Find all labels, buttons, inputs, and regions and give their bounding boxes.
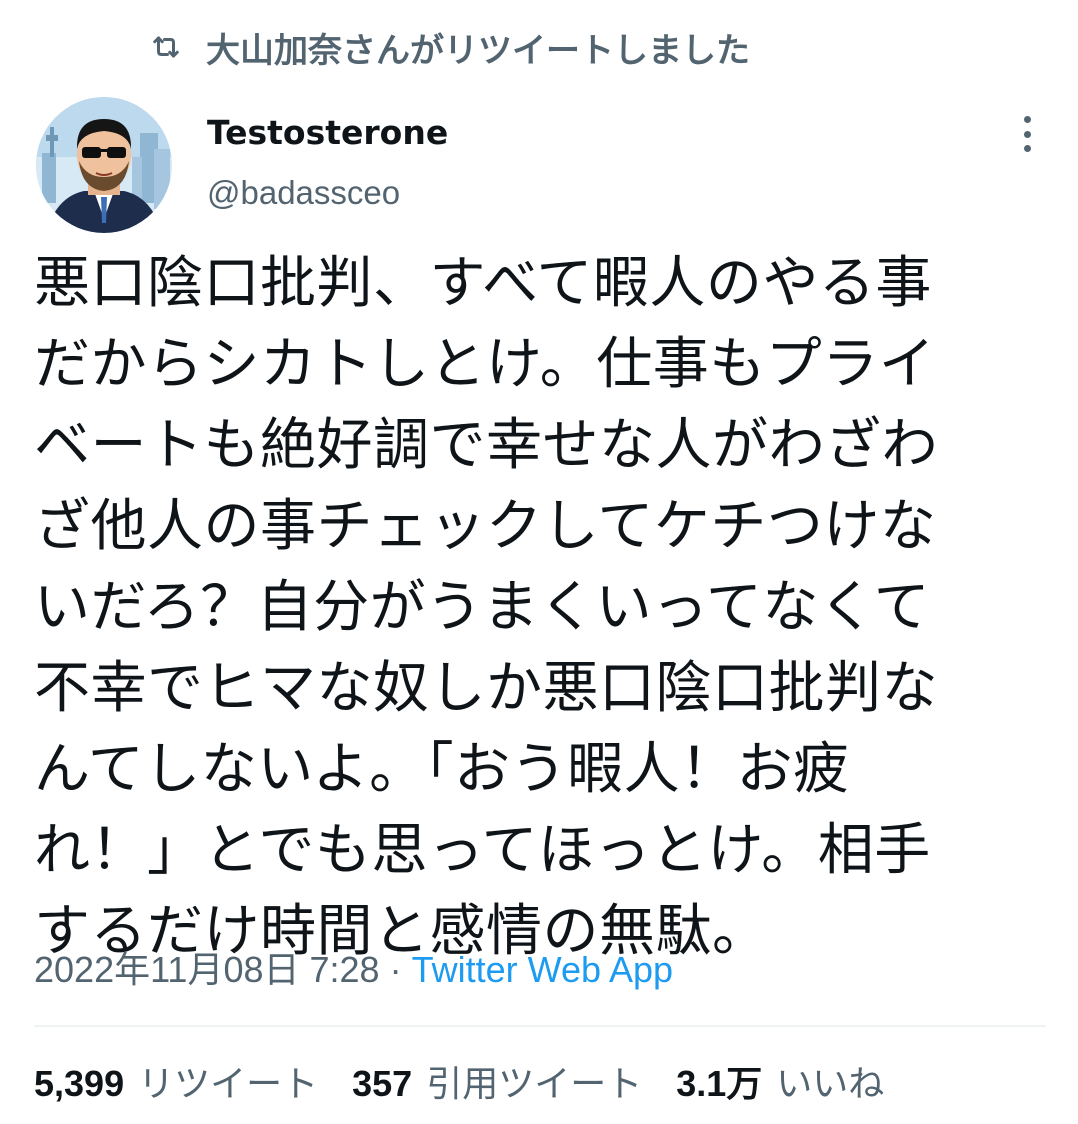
likes-stat[interactable]: 3.1万 いいね: [676, 1054, 884, 1115]
tweet-text-line: 悪口陰口批判、すべて暇人のやる事: [34, 251, 932, 316]
timestamp-link[interactable]: 2022年11月08日 7:28: [34, 949, 380, 990]
tweet-text-line: んてしないよ。「おう暇人！お疲: [34, 737, 850, 802]
meta-separator: ·: [389, 949, 402, 990]
social-context-text: 大山加奈さんがリツイートしました: [206, 30, 750, 71]
tweet-text-line: だからシカトしとけ。仕事もプライ: [34, 332, 936, 397]
engagement-stats: 5,399 リツイート 357 引用ツイート 3.1万 いいね: [34, 1054, 918, 1115]
avatar[interactable]: [36, 97, 172, 233]
likes-count: 3.1万: [676, 1063, 763, 1104]
tweet-text-line: 不幸でヒマな奴しか悪口陰口批判な: [34, 656, 938, 721]
source-link[interactable]: Twitter Web App: [412, 949, 673, 990]
quotes-label: 引用ツイート: [426, 1064, 643, 1105]
retweet-icon: [148, 29, 184, 65]
more-dot-icon: [1023, 145, 1031, 152]
author-info[interactable]: Testosterone @badassceo: [207, 108, 448, 218]
display-name[interactable]: Testosterone: [207, 108, 448, 158]
divider: [34, 1025, 1046, 1027]
more-dot-icon: [1023, 130, 1031, 138]
social-context[interactable]: 大山加奈さんがリツイートしました: [148, 22, 750, 72]
more-dot-icon: [1023, 116, 1031, 123]
tweet-text-line: れ！」とでも思ってほっとけ。相手: [34, 818, 931, 883]
quotes-count: 357: [352, 1063, 413, 1104]
retweets-count: 5,399: [34, 1063, 125, 1104]
avatar-illustration: [36, 97, 172, 233]
tweet-text-line: ベートも絶好調で幸せな人がわざわ: [34, 413, 938, 478]
tweet-text-line: いだろ？自分がうまくいってなくて: [34, 575, 931, 640]
tweet-text-line: ざ他人の事チェックしてケチつけな: [34, 494, 937, 559]
tweet-meta: 2022年11月08日 7:28 · Twitter Web App: [34, 944, 673, 996]
tweet-text: 悪口陰口批判、すべて暇人のやる事 だからシカトしとけ。仕事もプライ ベートも絶好…: [34, 243, 1034, 972]
user-handle[interactable]: @badassceo: [207, 168, 448, 218]
likes-label: いいね: [776, 1064, 885, 1105]
more-options-button[interactable]: [1012, 112, 1042, 156]
retweets-stat[interactable]: 5,399 リツイート: [34, 1054, 318, 1115]
retweets-label: リツイート: [138, 1064, 319, 1105]
quotes-stat[interactable]: 357 引用ツイート: [352, 1054, 642, 1115]
